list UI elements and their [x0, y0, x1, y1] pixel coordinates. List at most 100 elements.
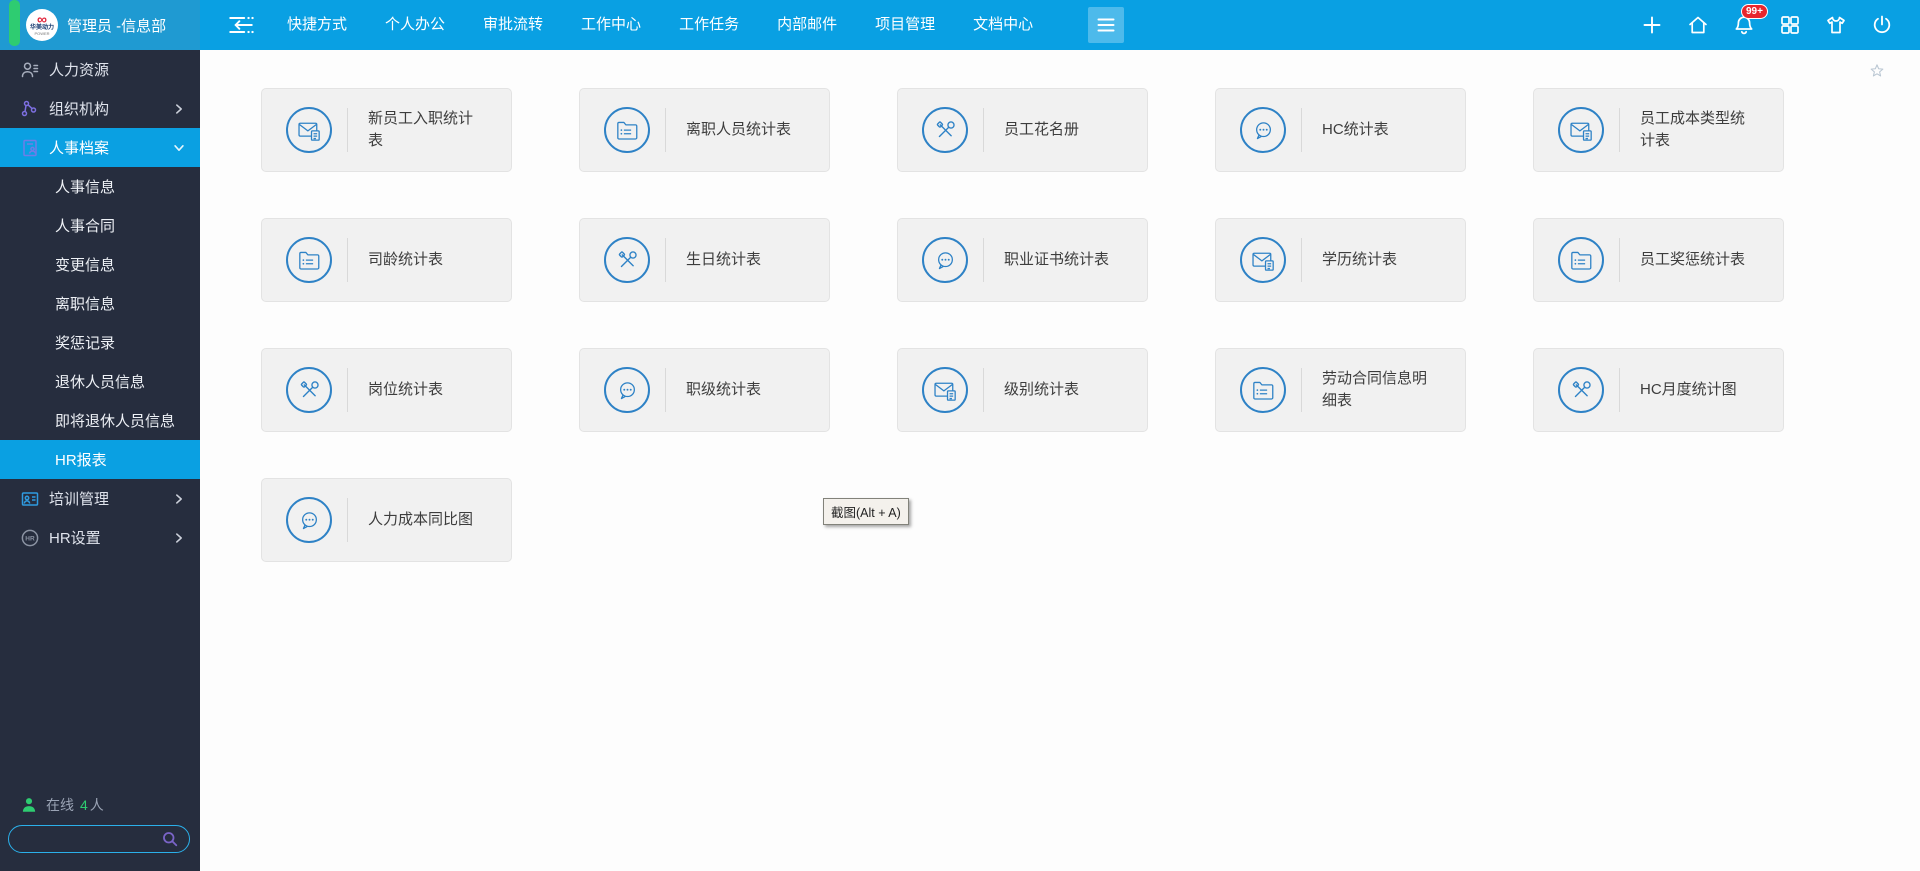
- report-card[interactable]: 职业证书统计表: [897, 218, 1148, 302]
- sidebar-item[interactable]: 人力资源: [0, 50, 200, 89]
- sidebar-item[interactable]: 人事档案: [0, 128, 200, 167]
- tools-icon: [1558, 367, 1604, 413]
- hr-icon: HR: [20, 528, 40, 548]
- card-divider: [1301, 108, 1302, 152]
- card-divider: [983, 108, 984, 152]
- report-card[interactable]: 岗位统计表: [261, 348, 512, 432]
- report-card-label: 职级统计表: [686, 380, 762, 398]
- card-divider: [665, 368, 666, 412]
- report-card[interactable]: 员工奖惩统计表: [1533, 218, 1784, 302]
- logo-subtext: POWER: [34, 31, 50, 36]
- report-card[interactable]: 员工花名册: [897, 88, 1148, 172]
- topbar-menu-item[interactable]: 文档中心: [954, 0, 1052, 50]
- card-divider: [1619, 368, 1620, 412]
- sidebar-item-label: 培训管理: [49, 491, 110, 508]
- sidebar-item[interactable]: 变更信息: [0, 245, 200, 284]
- sidebar-item[interactable]: HR报表: [0, 440, 200, 479]
- card-divider: [347, 368, 348, 412]
- sidebar-item[interactable]: HR HR设置: [0, 518, 200, 557]
- report-card[interactable]: 新员工入职统计表: [261, 88, 512, 172]
- report-card[interactable]: 生日统计表: [579, 218, 830, 302]
- report-card-label: 人力成本同比图: [368, 510, 474, 528]
- sidebar-item-label: 即将退休人员信息: [55, 413, 176, 430]
- sidebar-item-label: 人力资源: [49, 62, 110, 79]
- power-icon[interactable]: [1870, 13, 1894, 37]
- search-icon[interactable]: [161, 830, 179, 848]
- notification-badge: 99+: [1741, 4, 1768, 19]
- bell-icon[interactable]: 99+: [1732, 4, 1768, 37]
- training-icon: [20, 489, 40, 509]
- logo-infinity-symbol: ∞: [37, 11, 47, 27]
- report-card-label: 新员工入职统计表: [368, 109, 474, 150]
- sidebar-search: [8, 825, 190, 853]
- report-card[interactable]: HC月度统计图: [1533, 348, 1784, 432]
- online-person-icon: [20, 796, 38, 814]
- topbar-menu-item[interactable]: 内部邮件: [758, 0, 856, 50]
- topbar-menu-item[interactable]: 个人办公: [366, 0, 464, 50]
- more-menu-button[interactable]: [1088, 7, 1125, 43]
- home-icon[interactable]: [1686, 13, 1710, 37]
- sidebar-item-label: 人事合同: [55, 218, 116, 235]
- chat-icon: [286, 497, 332, 543]
- mail-icon: [286, 107, 332, 153]
- collapse-sidebar-icon[interactable]: [226, 12, 256, 38]
- report-card-label: 劳动合同信息明细表: [1322, 369, 1428, 410]
- sidebar-item[interactable]: 人事信息: [0, 167, 200, 206]
- archive-icon: [20, 138, 40, 158]
- sidebar-item[interactable]: 人事合同: [0, 206, 200, 245]
- brand-header: ∞ 华美动力 POWER 管理员 -信息部: [0, 0, 200, 50]
- topbar-menu: 快捷方式 个人办公 审批流转 工作中心 工作任务 内部邮件 项目管理 文档中心: [268, 0, 1052, 50]
- report-card[interactable]: 学历统计表: [1215, 218, 1466, 302]
- report-card[interactable]: HC统计表: [1215, 88, 1466, 172]
- report-card[interactable]: 职级统计表: [579, 348, 830, 432]
- card-divider: [347, 108, 348, 152]
- topbar-menu-item[interactable]: 工作任务: [660, 0, 758, 50]
- topbar-menu-item[interactable]: 审批流转: [464, 0, 562, 50]
- online-status: 在线 4 人: [20, 795, 104, 815]
- online-count: 4: [80, 797, 88, 813]
- favorite-star-icon[interactable]: [1868, 62, 1886, 80]
- topbar-menu-item[interactable]: 快捷方式: [268, 0, 366, 50]
- report-card[interactable]: 人力成本同比图: [261, 478, 512, 562]
- sidebar-item[interactable]: 退休人员信息: [0, 362, 200, 401]
- online-label: 在线: [46, 797, 74, 813]
- report-card-label: HC统计表: [1322, 120, 1389, 138]
- folder-icon: [286, 237, 332, 283]
- tools-icon: [604, 237, 650, 283]
- theme-icon[interactable]: [1824, 13, 1848, 37]
- chat-icon: [604, 367, 650, 413]
- card-divider: [1301, 238, 1302, 282]
- card-divider: [347, 498, 348, 542]
- sidebar-item[interactable]: 培训管理: [0, 479, 200, 518]
- online-unit: 人: [89, 797, 104, 813]
- card-divider: [665, 238, 666, 282]
- topbar-menu-item[interactable]: 工作中心: [562, 0, 660, 50]
- report-card[interactable]: 劳动合同信息明细表: [1215, 348, 1466, 432]
- chevron-down-icon: [172, 141, 186, 155]
- plus-icon[interactable]: [1640, 13, 1664, 37]
- mail-icon: [1558, 107, 1604, 153]
- topbar-menu-item[interactable]: 项目管理: [856, 0, 954, 50]
- sidebar-item[interactable]: 即将退休人员信息: [0, 401, 200, 440]
- report-card[interactable]: 司龄统计表: [261, 218, 512, 302]
- cards-grid: 新员工入职统计表 离职人员统计表 员工花名册 HC统计表 员工成本类型统计表司龄统计表 生…: [261, 88, 1920, 562]
- company-logo: ∞ 华美动力 POWER: [26, 9, 58, 41]
- green-accent-bar: [9, 0, 20, 46]
- sidebar-item[interactable]: 奖惩记录: [0, 323, 200, 362]
- report-card[interactable]: 离职人员统计表: [579, 88, 830, 172]
- report-card[interactable]: 级别统计表: [897, 348, 1148, 432]
- mail-icon: [1240, 237, 1286, 283]
- chat-icon: [922, 237, 968, 283]
- card-divider: [1619, 238, 1620, 282]
- search-input[interactable]: [9, 831, 161, 847]
- svg-text:HR: HR: [25, 535, 35, 542]
- sidebar-item-label: 奖惩记录: [55, 335, 116, 352]
- apps-icon[interactable]: [1778, 13, 1802, 37]
- report-card-label: HC月度统计图: [1640, 380, 1737, 398]
- report-card[interactable]: 员工成本类型统计表: [1533, 88, 1784, 172]
- card-divider: [347, 238, 348, 282]
- folder-icon: [1240, 367, 1286, 413]
- sidebar-item[interactable]: 离职信息: [0, 284, 200, 323]
- sidebar-item[interactable]: 组织机构: [0, 89, 200, 128]
- report-card-label: 岗位统计表: [368, 380, 444, 398]
